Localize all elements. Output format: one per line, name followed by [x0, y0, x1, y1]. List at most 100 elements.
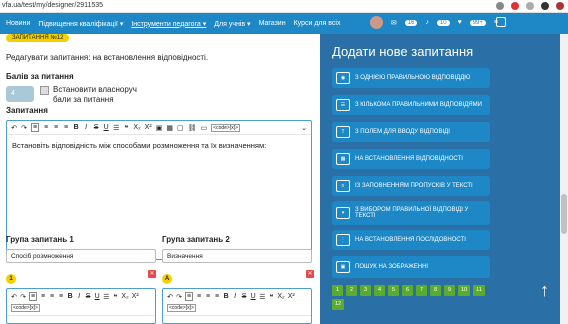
points-input[interactable]: 4 [6, 86, 34, 102]
underline-button[interactable]: U [250, 293, 256, 300]
nav-news[interactable]: Новини [6, 20, 30, 27]
single-answer-button[interactable]: ◉ З ОДНІЄЮ ПРАВИЛЬНОЮ ВІДПОВІДДЮ [332, 68, 490, 88]
page-5[interactable]: 5 [388, 285, 399, 296]
extension-icon[interactable] [526, 2, 534, 10]
group2-input[interactable]: Визначення [162, 249, 312, 263]
page-4[interactable]: 4 [374, 285, 385, 296]
code-button[interactable]: <code>[x]> [167, 304, 196, 312]
superscript-button[interactable]: X² [288, 293, 295, 300]
quote-icon[interactable]: ❝ [268, 293, 274, 301]
list-icon[interactable]: ☰ [103, 293, 109, 301]
image-icon[interactable]: ▣ [156, 124, 163, 132]
heart-icon[interactable]: ♥ [458, 19, 462, 26]
delete-right-button[interactable]: ✕ [306, 270, 314, 278]
page-11[interactable]: 11 [473, 285, 485, 296]
bell-icon[interactable]: ♪ [425, 19, 429, 26]
undo-icon[interactable]: ↶ [11, 293, 17, 301]
scroll-up-arrow[interactable]: ↑ [540, 280, 549, 301]
align-justify-icon[interactable]: ≡ [63, 124, 69, 131]
page-3[interactable]: 3 [360, 285, 371, 296]
align-center-icon[interactable]: ≡ [43, 124, 49, 131]
multiple-answers-button[interactable]: ☰ З КІЛЬКОМА ПРАВИЛЬНИМИ ВІДПОВІДЯМИ [332, 95, 490, 115]
nav-shop[interactable]: Магазин [259, 20, 286, 27]
subscript-button[interactable]: X₂ [277, 293, 284, 300]
align-right-icon[interactable]: ≡ [49, 293, 55, 300]
code-button[interactable]: <code>[x]> [211, 123, 241, 132]
nav-teacher-tools[interactable]: Інструменти педагога ▾ [131, 20, 206, 28]
superscript-button[interactable]: X² [132, 293, 139, 300]
superscript-button[interactable]: X² [145, 124, 152, 131]
group1-input[interactable]: Спосіб розмноження [6, 249, 156, 263]
matching-button[interactable]: ▦ НА ВСТАНОВЛЕННЯ ВІДПОВІДНОСТІ [332, 149, 490, 169]
code-button[interactable]: <code>[x]> [11, 304, 40, 312]
list-icon[interactable]: ☰ [113, 124, 119, 132]
nav-qualification[interactable]: Підвищення кваліфікації ▾ [38, 20, 123, 28]
page-10[interactable]: 10 [458, 285, 470, 296]
profile-icon[interactable] [556, 2, 564, 10]
attachment-icon[interactable]: ▢ [177, 124, 184, 132]
bold-button[interactable]: B [67, 293, 73, 300]
comment-icon[interactable]: ▭ [201, 124, 208, 132]
align-justify-icon[interactable]: ≡ [58, 293, 64, 300]
address-bar[interactable]: vfa.ua/test/my/designer/2911535 [2, 2, 103, 9]
avatar[interactable] [369, 16, 383, 29]
page-9[interactable]: 9 [444, 285, 455, 296]
align-center-icon[interactable]: ≡ [40, 293, 46, 300]
page-7[interactable]: 7 [416, 285, 427, 296]
answer-editor-right[interactable]: ↶ ↷ ≡ ≡ ≡ ≡ B I S U ☰ ❝ X₂ X² <code>[x]> [162, 288, 312, 324]
choose-in-text-button[interactable]: ▾ З ВИБОРОМ ПРАВИЛЬНОЇ ВІДПОВІДІ У ТЕКСТІ [332, 201, 490, 225]
page-scrollbar[interactable] [560, 34, 568, 324]
align-left-icon[interactable]: ≡ [185, 292, 194, 301]
page-1[interactable]: 1 [332, 285, 343, 296]
subscript-button[interactable]: X₂ [133, 124, 140, 131]
align-left-icon[interactable]: ≡ [31, 123, 40, 132]
undo-icon[interactable]: ↶ [11, 124, 17, 132]
align-center-icon[interactable]: ≡ [196, 293, 202, 300]
redo-icon[interactable]: ↷ [176, 293, 182, 301]
italic-button[interactable]: I [76, 293, 82, 300]
fill-gaps-button[interactable]: ≡ ІЗ ЗАПОВНЕННЯМ ПРОПУСКІВ У ТЕКСТІ [332, 176, 490, 196]
align-right-icon[interactable]: ≡ [205, 293, 211, 300]
underline-button[interactable]: U [94, 293, 100, 300]
underline-button[interactable]: U [103, 124, 109, 131]
page-6[interactable]: 6 [402, 285, 413, 296]
custom-points-checkbox[interactable] [40, 86, 49, 95]
page-8[interactable]: 8 [430, 285, 441, 296]
cart-icon[interactable] [496, 17, 506, 27]
italic-button[interactable]: I [232, 293, 238, 300]
answer-editor-left[interactable]: ↶ ↷ ≡ ≡ ≡ ≡ B I S U ☰ ❝ X₂ X² <code>[x]> [6, 288, 156, 324]
strike-button[interactable]: S [85, 293, 91, 300]
quote-icon[interactable]: ❝ [123, 124, 129, 132]
bold-button[interactable]: B [73, 124, 79, 131]
italic-button[interactable]: I [83, 124, 89, 131]
undo-icon[interactable]: ↶ [167, 293, 173, 301]
align-left-icon[interactable]: ≡ [29, 292, 38, 301]
redo-icon[interactable]: ↷ [20, 293, 26, 301]
chevron-down-icon[interactable]: ⌄ [301, 124, 307, 132]
puzzle-icon[interactable] [541, 2, 549, 10]
page-12[interactable]: 12 [332, 299, 344, 310]
bold-button[interactable]: B [223, 293, 229, 300]
strike-button[interactable]: S [93, 124, 99, 131]
record-icon[interactable] [511, 2, 519, 10]
align-right-icon[interactable]: ≡ [53, 124, 59, 131]
quote-icon[interactable]: ❝ [112, 293, 118, 301]
link-icon[interactable]: ⛓ [188, 124, 197, 132]
subscript-button[interactable]: X₂ [121, 293, 128, 300]
delete-left-button[interactable]: ✕ [148, 270, 156, 278]
sequence-button[interactable]: ⋮ НА ВСТАНОВЛЕННЯ ПОСЛІДОВНОСТІ [332, 230, 490, 250]
input-field-button[interactable]: T З ПОЛЕМ ДЛЯ ВВОДУ ВІДПОВІДІ [332, 122, 490, 142]
question-text[interactable]: Встановіть відповідність між способами р… [7, 135, 311, 156]
redo-icon[interactable]: ↷ [21, 124, 27, 132]
table-icon[interactable]: ▦ [166, 124, 173, 132]
message-icon[interactable]: ✉ [391, 19, 397, 27]
list-icon[interactable]: ☰ [259, 293, 265, 301]
share-icon[interactable] [496, 2, 504, 10]
image-search-button[interactable]: ▣ ПОШУК НА ЗОБРАЖЕННІ [332, 256, 490, 278]
strike-button[interactable]: S [241, 293, 247, 300]
page-2[interactable]: 2 [346, 285, 357, 296]
align-justify-icon[interactable]: ≡ [214, 293, 220, 300]
nav-courses[interactable]: Курси для всіх [294, 20, 341, 27]
nav-students[interactable]: Для учнів ▾ [214, 20, 250, 28]
scrollbar-thumb[interactable] [561, 194, 567, 234]
